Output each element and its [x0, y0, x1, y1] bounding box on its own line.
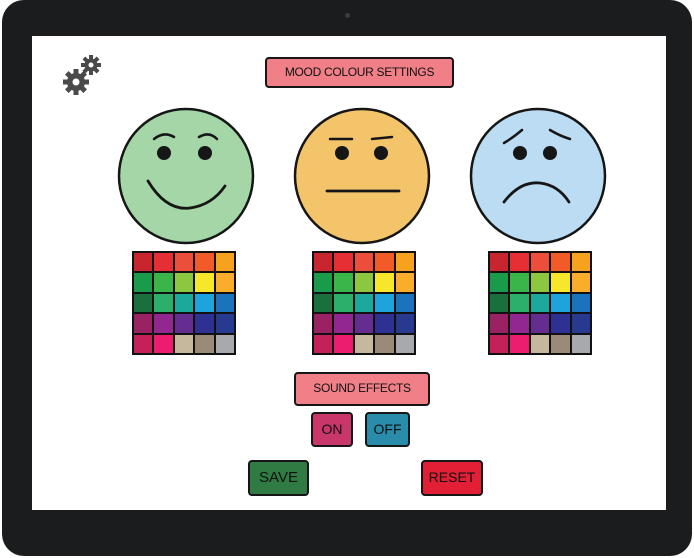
- colour-swatch[interactable]: [154, 253, 173, 272]
- reset-button[interactable]: RESET: [421, 460, 483, 496]
- colour-swatch[interactable]: [490, 314, 509, 333]
- colour-swatch[interactable]: [510, 314, 529, 333]
- colour-swatch[interactable]: [154, 293, 173, 313]
- colour-swatch[interactable]: [551, 314, 570, 333]
- colour-swatch[interactable]: [490, 334, 509, 353]
- colour-swatch[interactable]: [195, 334, 214, 353]
- colour-swatch[interactable]: [571, 334, 590, 353]
- happy-face[interactable]: [116, 106, 256, 246]
- colour-swatch[interactable]: [154, 334, 173, 353]
- colour-swatch[interactable]: [551, 273, 570, 292]
- colour-swatch[interactable]: [490, 293, 509, 313]
- colour-swatch[interactable]: [314, 314, 333, 333]
- colour-swatch[interactable]: [375, 253, 394, 272]
- colour-swatch[interactable]: [530, 314, 550, 333]
- camera-dot: [345, 13, 350, 18]
- colour-swatch[interactable]: [195, 314, 214, 333]
- colour-swatch[interactable]: [174, 314, 194, 333]
- colour-swatch[interactable]: [215, 293, 234, 313]
- colour-swatch[interactable]: [134, 314, 153, 333]
- colour-swatch[interactable]: [571, 293, 590, 313]
- sound-off-button[interactable]: OFF: [365, 412, 410, 447]
- colour-swatch[interactable]: [215, 253, 234, 272]
- colour-swatch[interactable]: [215, 334, 234, 353]
- colour-swatch[interactable]: [395, 273, 414, 292]
- colour-swatch[interactable]: [354, 334, 374, 353]
- colour-swatch[interactable]: [354, 253, 374, 272]
- neutral-face[interactable]: [292, 106, 432, 246]
- colour-swatch[interactable]: [395, 334, 414, 353]
- colour-swatch[interactable]: [174, 253, 194, 272]
- colour-swatch[interactable]: [195, 273, 214, 292]
- colour-swatch[interactable]: [215, 273, 234, 292]
- colour-swatch[interactable]: [375, 334, 394, 353]
- sad-colour-palette: [488, 251, 592, 355]
- colour-swatch[interactable]: [551, 334, 570, 353]
- colour-swatch[interactable]: [195, 293, 214, 313]
- colour-swatch[interactable]: [134, 253, 153, 272]
- colour-swatch[interactable]: [354, 293, 374, 313]
- colour-swatch[interactable]: [154, 273, 173, 292]
- happy-face-circle: [117, 107, 255, 245]
- colour-swatch[interactable]: [510, 253, 529, 272]
- colour-swatch[interactable]: [530, 273, 550, 292]
- colour-swatch[interactable]: [530, 334, 550, 353]
- colour-swatch[interactable]: [510, 334, 529, 353]
- colour-swatch[interactable]: [530, 293, 550, 313]
- colour-swatch[interactable]: [395, 253, 414, 272]
- colour-swatch[interactable]: [314, 293, 333, 313]
- colour-swatch[interactable]: [174, 334, 194, 353]
- colour-swatch[interactable]: [490, 253, 509, 272]
- screen: MOOD COLOUR SETTINGS SOUND EFFECTS ON OF…: [32, 36, 666, 510]
- happy-colour-palette: [132, 251, 236, 355]
- colour-swatch[interactable]: [530, 253, 550, 272]
- colour-swatch[interactable]: [314, 273, 333, 292]
- colour-swatch[interactable]: [334, 253, 353, 272]
- colour-swatch[interactable]: [174, 273, 194, 292]
- colour-swatch[interactable]: [395, 314, 414, 333]
- save-button[interactable]: SAVE: [248, 460, 309, 496]
- colour-swatch[interactable]: [334, 293, 353, 313]
- page-title: MOOD COLOUR SETTINGS: [265, 57, 454, 88]
- colour-swatch[interactable]: [314, 334, 333, 353]
- colour-swatch[interactable]: [154, 314, 173, 333]
- colour-swatch[interactable]: [334, 314, 353, 333]
- colour-swatch[interactable]: [334, 334, 353, 353]
- colour-swatch[interactable]: [571, 273, 590, 292]
- colour-swatch[interactable]: [490, 273, 509, 292]
- colour-swatch[interactable]: [334, 273, 353, 292]
- colour-swatch[interactable]: [571, 314, 590, 333]
- colour-swatch[interactable]: [375, 273, 394, 292]
- colour-swatch[interactable]: [134, 273, 153, 292]
- colour-swatch[interactable]: [375, 293, 394, 313]
- colour-swatch[interactable]: [314, 253, 333, 272]
- sound-on-button[interactable]: ON: [311, 412, 353, 447]
- neutral-colour-palette: [312, 251, 416, 355]
- colour-swatch[interactable]: [375, 314, 394, 333]
- colour-swatch[interactable]: [395, 293, 414, 313]
- colour-swatch[interactable]: [510, 293, 529, 313]
- colour-swatch[interactable]: [551, 253, 570, 272]
- colour-swatch[interactable]: [174, 293, 194, 313]
- colour-swatch[interactable]: [551, 293, 570, 313]
- colour-swatch[interactable]: [195, 253, 214, 272]
- colour-swatch[interactable]: [134, 293, 153, 313]
- colour-swatch[interactable]: [510, 273, 529, 292]
- sad-face-circle: [469, 107, 607, 245]
- tablet-frame: MOOD COLOUR SETTINGS SOUND EFFECTS ON OF…: [2, 0, 692, 556]
- colour-swatch[interactable]: [134, 334, 153, 353]
- colour-swatch[interactable]: [571, 253, 590, 272]
- gears-icon[interactable]: [60, 52, 106, 96]
- colour-swatch[interactable]: [215, 314, 234, 333]
- sound-effects-label: SOUND EFFECTS: [294, 372, 430, 406]
- sad-face[interactable]: [468, 106, 608, 246]
- colour-swatch[interactable]: [354, 314, 374, 333]
- neutral-face-circle: [293, 107, 431, 245]
- colour-swatch[interactable]: [354, 273, 374, 292]
